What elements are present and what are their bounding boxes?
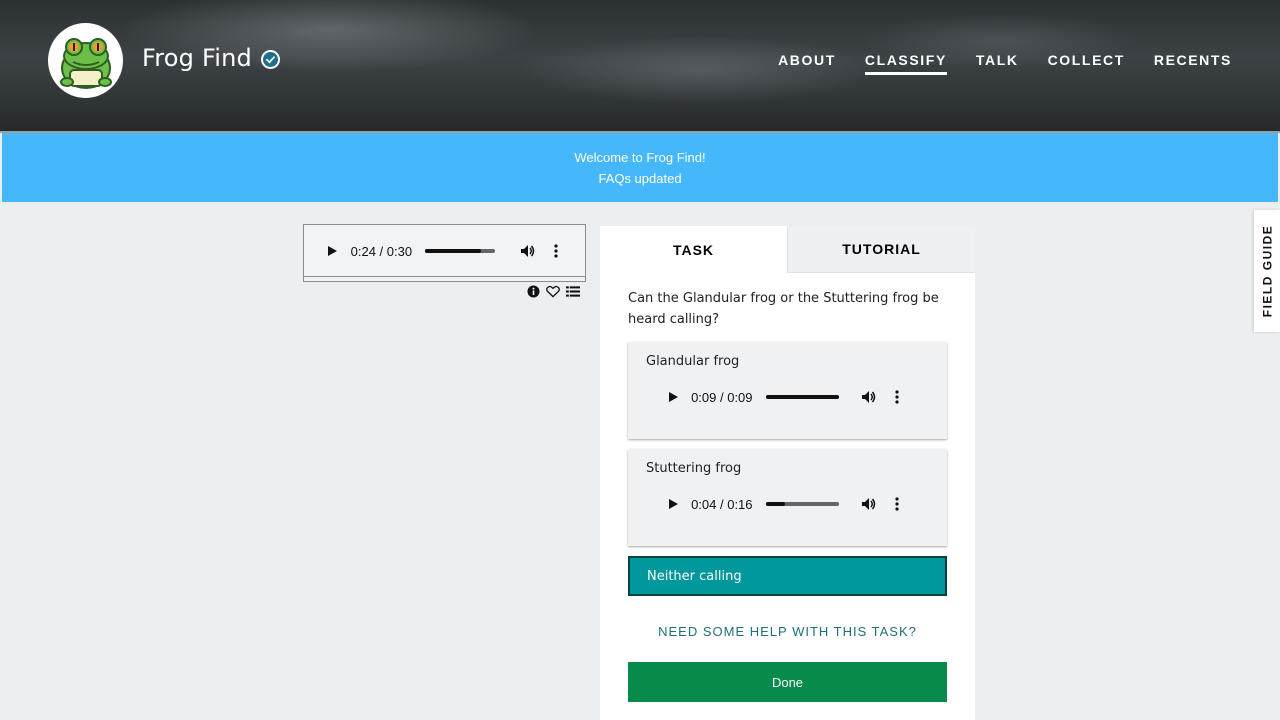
site-header: Frog Find ABOUT CLASSIFY TALK COLLECT RE… <box>0 0 1280 131</box>
done-button[interactable]: Done <box>628 662 947 702</box>
more-options-icon[interactable] <box>885 491 910 517</box>
task-question: Can the Glandular frog or the Stuttering… <box>628 291 939 327</box>
task-help-link[interactable]: NEED SOME HELP WITH THIS TASK? <box>628 624 947 639</box>
subject-meta-tools <box>526 284 580 298</box>
announcement-banner: Welcome to Frog Find! FAQs updated <box>2 133 1278 202</box>
volume-icon[interactable] <box>515 238 540 264</box>
nav-classify[interactable]: CLASSIFY <box>864 52 947 75</box>
subject-audio-viewer: 0:24 / 0:30 <box>303 224 586 282</box>
audio-time: 0:09 / 0:09 <box>691 389 753 405</box>
audio-seek-bar[interactable] <box>766 502 839 506</box>
heart-icon[interactable] <box>546 284 560 298</box>
tab-tutorial[interactable]: TUTORIAL <box>787 226 975 273</box>
banner-line-faqs: FAQs updated <box>598 170 682 186</box>
tab-task[interactable]: TASK <box>600 226 787 273</box>
play-icon[interactable] <box>660 491 685 517</box>
nav-about[interactable]: ABOUT <box>778 52 836 75</box>
collection-list-icon[interactable] <box>566 284 580 298</box>
answer-label: Glandular frog <box>646 354 740 369</box>
subject-audio-player[interactable]: 0:24 / 0:30 <box>310 231 578 271</box>
more-options-icon[interactable] <box>543 238 568 264</box>
info-icon[interactable] <box>526 284 540 298</box>
audio-time: 0:04 / 0:16 <box>691 496 753 512</box>
answer-audio-player[interactable]: 0:09 / 0:09 <box>650 377 920 417</box>
banner-line-welcome: Welcome to Frog Find! <box>574 149 706 165</box>
neither-calling-button[interactable]: Neither calling <box>628 556 947 596</box>
answer-stuttering-frog[interactable]: Stuttering frog 0:04 / 0:16 <box>628 449 947 546</box>
play-icon[interactable] <box>660 384 685 410</box>
answer-audio-player[interactable]: 0:04 / 0:16 <box>650 484 920 524</box>
brand-title[interactable]: Frog Find <box>142 44 252 72</box>
play-icon[interactable] <box>320 238 345 264</box>
more-options-icon[interactable] <box>885 384 910 410</box>
audio-seek-progress <box>766 395 839 399</box>
audio-time: 0:24 / 0:30 <box>350 243 413 259</box>
nav-talk[interactable]: TALK <box>976 52 1019 75</box>
main-nav: ABOUT CLASSIFY TALK COLLECT RECENTS <box>778 52 1232 75</box>
task-panel: TASK TUTORIAL Can the Glandular frog or … <box>600 226 975 720</box>
frog-logo[interactable] <box>48 23 123 98</box>
audio-seek-progress <box>766 502 785 506</box>
task-tabs: TASK TUTORIAL <box>600 226 975 273</box>
audio-seek-progress <box>424 249 481 253</box>
field-guide-label: FIELD GUIDE <box>1260 224 1275 318</box>
nav-collect[interactable]: COLLECT <box>1048 52 1125 75</box>
volume-icon[interactable] <box>856 491 881 517</box>
verified-badge-icon <box>261 50 280 69</box>
audio-seek-bar[interactable] <box>766 395 839 399</box>
volume-icon[interactable] <box>856 384 881 410</box>
answer-label: Stuttering frog <box>646 461 742 476</box>
nav-recents[interactable]: RECENTS <box>1154 52 1232 75</box>
subject-viewer-divider <box>304 276 585 277</box>
answer-glandular-frog[interactable]: Glandular frog 0:09 / 0:09 <box>628 342 947 439</box>
frog-logo-icon <box>59 37 112 89</box>
field-guide-tab[interactable]: FIELD GUIDE <box>1254 210 1280 332</box>
audio-seek-bar[interactable] <box>424 249 495 253</box>
